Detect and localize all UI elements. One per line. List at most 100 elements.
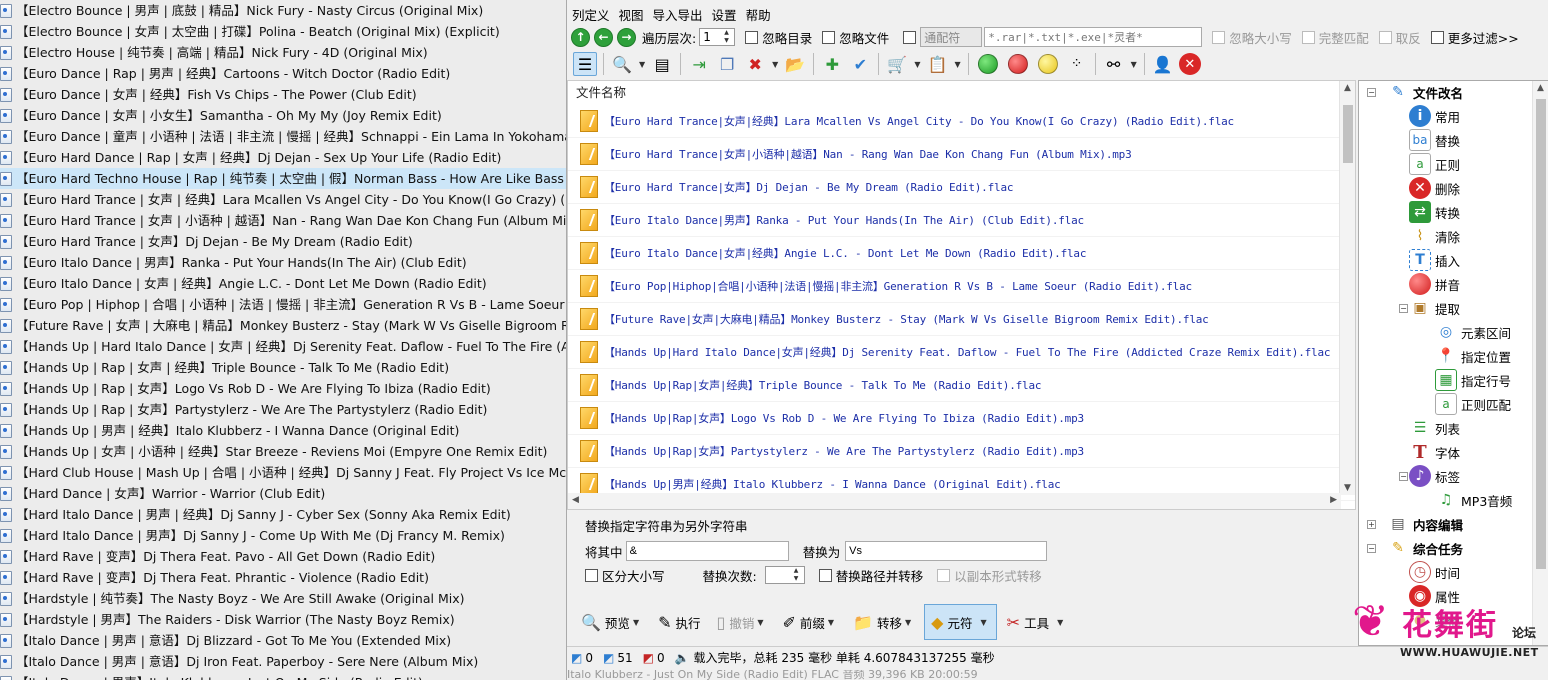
background-list-row[interactable]: 【Hands Up | Rap | 女声】Logo Vs Rob D - We … — [0, 378, 566, 399]
preview-button[interactable]: 🔍 预览 ▼ — [575, 604, 648, 640]
tools-button[interactable]: ✂ 工具 ▼ — [1001, 604, 1073, 640]
background-list-row[interactable]: 【Electro Bounce | 男声 | 底鼓 | 精品】Nick Fury… — [0, 0, 566, 21]
checkbox-box[interactable] — [1301, 30, 1315, 44]
file-row[interactable]: 【Hands Up|Rap|女声】Logo Vs Rob D - We Are … — [568, 402, 1355, 435]
background-list-row[interactable]: 【Hands Up | 男声 | 经典】Italo Klubberz - I W… — [0, 420, 566, 441]
search-icon[interactable]: 🔍 — [610, 52, 634, 76]
filter-input[interactable]: *.rar|*.txt|*.exe|*灵者* — [984, 27, 1203, 47]
ignore-case-checkbox[interactable]: 忽略大小写 — [1212, 28, 1292, 47]
file-row[interactable]: 【Euro Italo Dance|女声|经典】Angie L.C. - Don… — [568, 237, 1355, 270]
tree-scrollbar[interactable]: ▲ — [1532, 81, 1548, 645]
cart-icon[interactable]: 🛒 — [885, 52, 909, 76]
red-status-icon[interactable] — [1007, 54, 1028, 74]
background-list-row[interactable]: 【Euro Dance | 童声 | 小语种 | 法语 | 非主流 | 慢摇 |… — [0, 126, 566, 147]
file-row[interactable]: 【Hands Up|Rap|女声】Partystylerz - We Are T… — [568, 435, 1355, 468]
scroll-thumb[interactable] — [1536, 99, 1546, 569]
folder-open-icon[interactable]: 📂 — [783, 52, 807, 76]
collapse-icon[interactable]: − — [1399, 472, 1408, 481]
up-icon[interactable]: ↑ — [571, 27, 590, 47]
copy-icon[interactable]: ❐ — [715, 52, 739, 76]
file-row[interactable]: 【Future Rave|女声|大麻电|精品】Monkey Busterz - … — [568, 303, 1355, 336]
background-list-row[interactable]: 【Electro Bounce | 女声 | 太空曲 | 打碟】Polina -… — [0, 21, 566, 42]
panel-icon[interactable]: ▤ — [650, 52, 674, 76]
meta-button[interactable]: ◆ 元符 ▼ — [924, 604, 997, 640]
invert-checkbox[interactable]: 取反 — [1378, 28, 1421, 47]
chevron-down-icon[interactable]: ▼ — [639, 60, 645, 69]
tree-item-common[interactable]: i 常用 — [1409, 105, 1460, 127]
background-list-row[interactable]: 【Italo Dance | 男声 | 意语】Dj Iron Feat. Pap… — [0, 651, 566, 672]
more-filter-checkbox[interactable]: 更多过滤>> — [1430, 28, 1519, 47]
filter-enable-checkbox[interactable] — [903, 30, 920, 44]
tree-item-convert[interactable]: ⇄ 转换 — [1409, 201, 1460, 223]
binoculars-icon[interactable]: ⚯ — [1102, 52, 1126, 76]
yellow-status-icon[interactable] — [1037, 54, 1058, 74]
tree-item-regex[interactable]: a 正则 — [1409, 153, 1460, 175]
horizontal-scrollbar[interactable]: ◀ ▶ — [568, 493, 1341, 509]
background-list-row[interactable]: 【Euro Dance | 女声 | 小女生】Samantha - Oh My … — [0, 105, 566, 126]
tree-item-insert[interactable]: T 插入 — [1409, 249, 1460, 271]
scroll-up-icon[interactable]: ▲ — [1537, 83, 1544, 93]
expand-icon[interactable]: + — [1367, 520, 1376, 529]
replace-input[interactable]: Vs — [845, 541, 1047, 561]
chevron-down-icon[interactable]: ▼ — [905, 618, 911, 627]
background-list-row[interactable]: 【Euro Hard Trance | 女声 | 小语种 | 越语】Nan - … — [0, 210, 566, 231]
background-list-row[interactable]: 【Euro Dance | Rap | 男声 | 经典】Cartoons - W… — [0, 63, 566, 84]
tree-item-replace[interactable]: ba 替换 — [1409, 129, 1460, 151]
case-sensitive-checkbox[interactable]: 区分大小写 — [585, 566, 665, 585]
chevron-down-icon[interactable]: ▼ — [757, 618, 763, 627]
ignore-dir-checkbox[interactable]: 忽略目录 — [745, 28, 812, 47]
checkbox-box[interactable] — [585, 568, 598, 582]
background-list-row[interactable]: 【Hands Up | Rap | 女声 | 经典】Triple Bounce … — [0, 357, 566, 378]
find-input[interactable]: & — [625, 541, 789, 561]
background-list-row[interactable]: 【Hands Up | Rap | 女声】Partystylerz - We A… — [0, 399, 566, 420]
scroll-right-icon[interactable]: ▶ — [1330, 495, 1337, 505]
chevron-down-icon[interactable]: ▼ — [772, 60, 778, 69]
scroll-up-icon[interactable]: ▲ — [1344, 83, 1351, 93]
background-list-row[interactable]: 【Euro Hard Techno House | Rap | 纯节奏 | 太空… — [0, 168, 566, 189]
tree-item-font[interactable]: T 字体 — [1409, 441, 1460, 463]
tree-item-list[interactable]: ☰ 列表 — [1409, 417, 1460, 439]
back-icon[interactable]: ← — [594, 27, 613, 47]
background-list-row[interactable]: 【Euro Italo Dance | 女声 | 经典】Angie L.C. -… — [0, 273, 566, 294]
background-list-row[interactable]: 【Hard Dance | 女声】Warrior - Warrior (Club… — [0, 483, 566, 504]
remove-icon[interactable]: ✖ — [743, 52, 767, 76]
filename-column-header[interactable]: 文件名称 — [568, 81, 1355, 105]
scroll-down-icon[interactable]: ▼ — [1344, 483, 1351, 493]
background-list-row[interactable]: 【Hands Up | 女声 | 小语种 | 经典】Star Breeze - … — [0, 441, 566, 462]
chevron-down-icon[interactable]: ▼ — [981, 618, 987, 627]
file-row[interactable]: 【Euro Italo Dance|男声】Ranka - Put Your Ha… — [568, 204, 1355, 237]
background-list-row[interactable]: 【Hardstyle | 男声】The Raiders - Disk Warri… — [0, 609, 566, 630]
checkbox-box[interactable] — [1212, 30, 1226, 44]
background-list-row[interactable]: 【Italo Dance | 男声】Italo Klubberz - Just … — [0, 672, 566, 680]
chevron-down-icon[interactable]: ▼ — [1131, 60, 1137, 69]
tree-item-extract[interactable]: ▣ 提取 — [1409, 297, 1460, 319]
tree-root-content-edit[interactable]: ▤ 内容编辑 — [1387, 513, 1463, 535]
background-list-row[interactable]: 【Hardstyle | 纯节奏】The Nasty Boyz - We Are… — [0, 588, 566, 609]
ignore-file-checkbox[interactable]: 忽略文件 — [822, 28, 889, 47]
background-list-row[interactable]: 【Future Rave | 女声 | 大麻电 | 精品】Monkey Bust… — [0, 315, 566, 336]
collapse-icon[interactable]: − — [1367, 88, 1376, 97]
close-icon[interactable]: ✕ — [1178, 53, 1201, 75]
menu-help[interactable]: 帮助 — [746, 5, 771, 24]
replace-path-checkbox[interactable]: 替换路径并转移 — [818, 566, 923, 585]
tree-root-rename[interactable]: ✎ 文件改名 — [1387, 81, 1463, 103]
checkbox-box[interactable] — [745, 30, 759, 44]
file-row[interactable]: 【Hands Up|Hard Italo Dance|女声|经典】Dj Sere… — [568, 336, 1355, 369]
scroll-left-icon[interactable]: ◀ — [572, 495, 579, 505]
scroll-thumb[interactable] — [1343, 105, 1353, 163]
menu-settings[interactable]: 设置 — [712, 5, 737, 24]
green-status-icon[interactable] — [977, 54, 998, 74]
background-list-row[interactable]: 【Euro Pop | Hiphop | 合唱 | 小语种 | 法语 | 慢摇 … — [0, 294, 566, 315]
background-list-row[interactable]: 【Hard Italo Dance | 男声 | 经典】Dj Sanny J -… — [0, 504, 566, 525]
collapse-icon[interactable]: − — [1367, 544, 1376, 553]
background-list-row[interactable]: 【Hard Rave | 变声】Dj Thera Feat. Phrantic … — [0, 567, 566, 588]
chevron-down-icon[interactable]: ▼ — [1057, 618, 1063, 627]
checkbox-box[interactable] — [1430, 30, 1444, 44]
chevron-down-icon[interactable]: ▼ — [828, 618, 834, 627]
checkbox-box[interactable] — [937, 568, 951, 582]
background-list-row[interactable]: 【Euro Dance | 女声 | 经典】Fish Vs Chips - Th… — [0, 84, 566, 105]
file-row[interactable]: 【Euro Pop|Hiphop|合唱|小语种|法语|慢摇|非主流】Genera… — [568, 270, 1355, 303]
replace-count-spinner[interactable] — [764, 566, 805, 584]
checkbox-box[interactable] — [822, 30, 836, 44]
execute-button[interactable]: ✎ 执行 — [652, 604, 706, 640]
